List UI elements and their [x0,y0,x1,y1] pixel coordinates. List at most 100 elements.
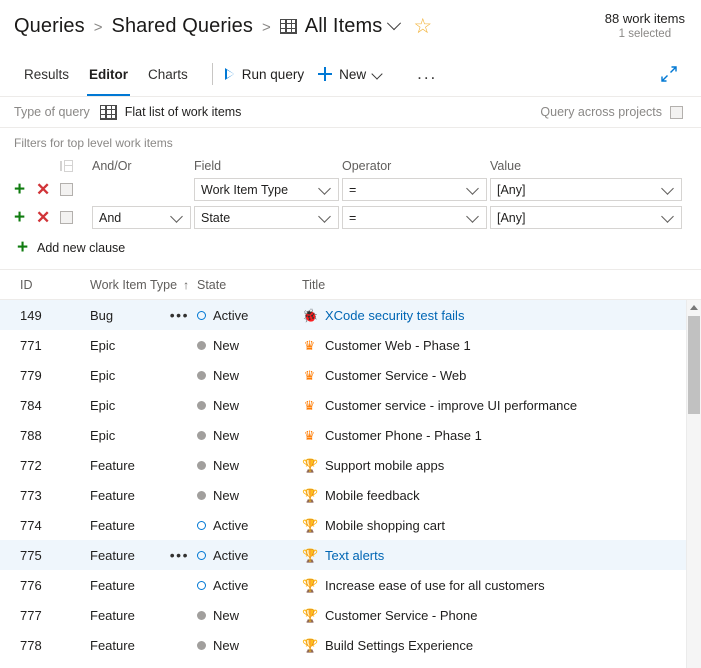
table-row[interactable]: 771 Epic New ♛ Customer Web - Phase 1 [0,330,701,360]
table-row[interactable]: 772 Feature New 🏆 Support mobile apps [0,450,701,480]
cell-title-label: Customer Web - Phase 1 [325,337,471,353]
cell-work-item-type: Feature [72,638,197,653]
cell-id: 777 [20,607,42,623]
cell-work-item-type-label: Bug [90,307,114,323]
column-header-id[interactable]: ID [0,278,72,292]
page-header: Queries > Shared Queries > All Items ☆ 8… [0,0,701,52]
table-row[interactable]: 778 Feature New 🏆 Build Settings Experience [0,630,701,660]
operator-select[interactable]: = [342,206,487,229]
work-item-count: 88 work items 1 selected [605,11,701,42]
chevron-down-icon [318,182,331,195]
sort-ascending-icon: ↑ [183,277,190,292]
cell-id: 776 [20,577,42,593]
breadcrumb-shared-queries[interactable]: Shared Queries [112,15,253,38]
tab-charts[interactable]: Charts [138,52,198,96]
column-header-work-item-type-label: Work Item Type [90,277,178,292]
cell-state: New [197,428,297,443]
delete-clause-icon[interactable]: ✕ [36,209,50,226]
clause-checkbox[interactable] [60,183,73,196]
row-context-menu-icon[interactable]: ••• [170,548,189,562]
chevron-down-icon[interactable] [371,68,383,80]
state-new-icon [197,460,206,470]
cell-title-label: Customer Phone - Phase 1 [325,427,482,443]
chevron-down-icon[interactable] [387,16,402,31]
grid-body: 149 Bug ••• Active 🐞 XCode security test fail… [0,300,701,660]
run-query-button[interactable]: Run query [224,67,304,82]
scrollbar-thumb[interactable] [688,316,700,414]
table-row[interactable]: 149 Bug ••• Active 🐞 XCode security test fail… [0,300,701,330]
breadcrumb-separator: > [261,19,271,36]
table-row[interactable]: 775 Feature ••• Active 🏆 Text alerts [0,540,701,570]
table-row[interactable]: 774 Feature Active 🏆 Mobile shopping cart [0,510,701,540]
scroll-up-button[interactable] [687,300,701,314]
clause-group-cell [60,211,92,224]
table-row[interactable]: 773 Feature New 🏆 Mobile feedback [0,480,701,510]
operator-select[interactable]: = [342,178,487,201]
add-clause-icon[interactable]: + [14,208,36,227]
add-clause-icon[interactable]: + [14,180,36,199]
cell-state-label: Active [213,517,249,533]
value-select[interactable]: [Any] [490,206,682,229]
clause-actions: + ✕ [14,208,60,227]
cell-state-label: New [213,337,240,353]
query-type-value[interactable]: Flat list of work items [99,104,241,120]
tab-editor[interactable]: Editor [79,52,138,96]
clause-andor-cell: And [92,206,194,229]
row-context-menu-icon[interactable]: ••• [170,308,189,322]
andor-select-value: And [99,210,122,225]
clause-checkbox[interactable] [60,211,73,224]
plus-icon: + [17,237,29,258]
table-row[interactable]: 788 Epic New ♛ Customer Phone - Phase 1 [0,420,701,450]
cell-title-label[interactable]: Text alerts [325,548,384,563]
cell-work-item-type-label: Epic [90,367,116,383]
field-select[interactable]: State [194,206,339,229]
trophy-icon: 🏆 [302,547,319,563]
cell-work-item-type: Feature [72,578,197,593]
cell-title-label: Customer service - improve UI performanc… [325,397,578,413]
state-new-icon [197,400,206,410]
cell-title-label: Customer Service - Web [325,367,467,383]
column-header-state[interactable]: State [197,278,297,292]
tab-results[interactable]: Results [14,52,79,96]
new-button[interactable]: New [318,67,383,82]
breadcrumb-queries[interactable]: Queries [14,15,85,38]
plus-icon [318,67,333,81]
delete-clause-icon[interactable]: ✕ [36,181,50,198]
table-row[interactable]: 779 Epic New ♛ Customer Service - Web [0,360,701,390]
breadcrumb-all-items[interactable]: All Items [305,15,383,38]
clause-operator-cell: = [342,178,490,201]
andor-select[interactable]: And [92,206,191,229]
cell-state: New [197,608,297,623]
table-row[interactable]: 776 Feature Active 🏆 Increase ease of use fo… [0,570,701,600]
cell-id: 774 [20,517,42,533]
state-active-icon [197,520,206,530]
more-options-button[interactable]: ... [417,65,437,82]
star-icon[interactable]: ☆ [413,16,432,37]
cell-title-label: Build Settings Experience [325,637,474,653]
cell-state-label: Active [213,577,249,593]
trophy-icon: 🏆 [302,577,319,593]
cell-work-item-type: Epic [72,338,197,353]
cell-id: 149 [20,307,42,323]
value-select[interactable]: [Any] [490,178,682,201]
cell-title-label[interactable]: XCode security test fails [325,308,464,323]
grid-scrollbar[interactable] [686,300,701,668]
trophy-icon: 🏆 [302,487,319,503]
table-row[interactable]: 777 Feature New 🏆 Customer Service - Phone [0,600,701,630]
cell-title: 🐞 XCode security test fails [297,308,701,323]
field-select[interactable]: Work Item Type [194,178,339,201]
clause-value-cell: [Any] [490,206,685,229]
full-screen-icon[interactable] [659,64,679,84]
add-new-clause-button[interactable]: + Add new clause [0,238,701,257]
cell-id: 775 [20,547,42,563]
table-row[interactable]: 784 Epic New ♛ Customer service - improve UI… [0,390,701,420]
query-across-projects-checkbox[interactable] [670,105,683,119]
cell-work-item-type: Feature ••• [72,548,197,563]
query-across-projects[interactable]: Query across projects [540,105,683,119]
work-item-count-total: 88 work items [604,10,685,26]
column-header-work-item-type[interactable]: Work Item Type ↑ [72,278,197,292]
cell-work-item-type: Feature [72,458,197,473]
state-active-icon [197,310,206,320]
cell-id: 773 [20,487,42,503]
column-header-title[interactable]: Title [297,278,701,292]
